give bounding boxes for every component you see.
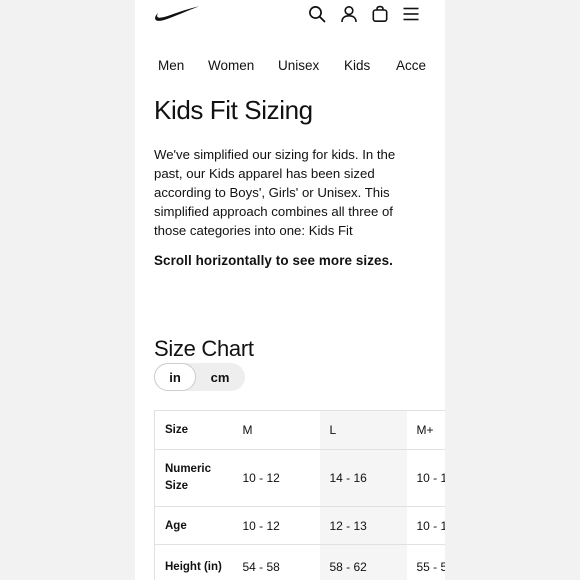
row-header: Height (in) — [154, 544, 233, 580]
page-title: Kids Fit Sizing — [154, 95, 313, 125]
table-cell: 54 - 58 — [232, 544, 320, 580]
table-row: Size M L M+ — [154, 410, 445, 450]
scroll-hint: Scroll horizontally to see more sizes. — [154, 253, 393, 268]
nav-item-women[interactable]: Women — [208, 58, 254, 73]
table-cell: 10 - 12 — [406, 506, 445, 545]
size-table[interactable]: Size M L M+ Numeric Size 10 - 12 14 - 16… — [154, 410, 445, 580]
table-cell: M — [232, 410, 320, 450]
table-cell: 10 - 12 — [232, 506, 320, 545]
nav-item-men[interactable]: Men — [158, 58, 184, 73]
bag-icon[interactable] — [371, 5, 389, 23]
page: Men Women Unisex Kids Acce Kids Fit Sizi… — [135, 0, 445, 580]
unit-in-button[interactable]: in — [154, 363, 196, 391]
nav-item-accessories[interactable]: Acce — [396, 58, 426, 73]
account-icon[interactable] — [340, 5, 358, 23]
intro-text: We've simplified our sizing for kids. In… — [154, 147, 396, 238]
table-cell: 10 - 12 — [406, 449, 445, 507]
nav-item-kids[interactable]: Kids — [344, 58, 370, 73]
table-cell: 58 - 62 — [319, 544, 407, 580]
search-icon[interactable] — [308, 5, 326, 23]
menu-icon[interactable] — [402, 5, 420, 23]
table-row: Age 10 - 12 12 - 13 10 - 12 — [154, 506, 445, 545]
row-header: Numeric Size — [154, 449, 233, 507]
row-header: Age — [154, 506, 233, 545]
table-row: Numeric Size 10 - 12 14 - 16 10 - 12 — [154, 449, 445, 507]
table-row: Height (in) 54 - 58 58 - 62 55 - 59 — [154, 544, 445, 580]
table-cell: 10 - 12 — [232, 449, 320, 507]
table-cell: 14 - 16 — [319, 449, 407, 507]
table-cell: M+ — [406, 410, 445, 450]
table-cell: 12 - 13 — [319, 506, 407, 545]
top-bar — [135, 0, 445, 34]
size-chart-title: Size Chart — [154, 336, 254, 361]
nike-swoosh-icon[interactable] — [154, 5, 200, 28]
unit-cm-button[interactable]: cm — [200, 363, 240, 391]
row-header: Size — [154, 410, 233, 450]
table-cell: 55 - 59 — [406, 544, 445, 580]
table-cell: L — [319, 410, 407, 450]
unit-toggle: in cm — [154, 363, 245, 391]
nav-item-unisex[interactable]: Unisex — [278, 58, 319, 73]
